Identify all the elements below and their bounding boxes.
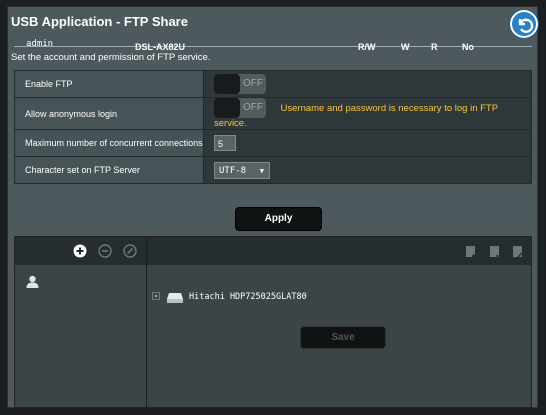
share-permissions-panel [14,236,532,408]
chevron-down-icon: ▼ [259,166,264,175]
toggle-state: OFF [243,102,263,113]
disk-name: Hitachi HDP725025GLAT80 [189,292,307,302]
toggle-knob [214,98,240,118]
setting-row-max-conn: Maximum number of concurrent connections… [14,129,532,158]
expand-tree-toggle[interactable] [152,292,160,300]
max-connections-input[interactable]: 5 [214,135,236,152]
delete-folder-icon[interactable] [489,245,502,263]
anonymous-login-label: Allow anonymous login [14,96,204,131]
anonymous-login-toggle[interactable]: OFF [214,98,266,118]
add-folder-icon[interactable] [465,245,478,263]
setting-row-anonymous: Allow anonymous login OFF Username and p… [14,96,532,131]
column-divider [146,237,147,407]
col-header-no: No [462,42,474,52]
add-account-icon[interactable] [73,244,87,258]
charset-value: UTF-8 [219,165,247,176]
toggle-knob [214,74,240,94]
hard-disk-icon [166,291,184,309]
edit-account-icon[interactable] [123,244,137,258]
charset-select[interactable]: UTF-8 ▼ [214,161,270,179]
setting-row-enable-ftp: Enable FTP OFF [14,70,532,98]
save-button[interactable]: Save [300,326,386,349]
apply-button[interactable]: Apply [235,207,322,231]
panel-toolbar [15,237,531,265]
page-title: USB Application - FTP Share [11,14,188,29]
toggle-state: OFF [243,78,263,89]
remove-account-icon[interactable] [98,244,112,258]
page-description: Set the account and permission of FTP se… [11,52,211,63]
title-divider [14,46,532,47]
enable-ftp-label: Enable FTP [14,70,204,98]
max-connections-label: Maximum number of concurrent connections [14,129,204,158]
edit-folder-icon[interactable] [512,245,525,263]
device-name: DSL-AX82U [135,42,186,52]
charset-label: Character set on FTP Server [14,156,204,185]
setting-row-charset: Character set on FTP Server UTF-8 ▼ [14,156,532,185]
enable-ftp-toggle[interactable]: OFF [214,74,266,94]
col-header-rw: R/W [358,42,376,52]
ftp-settings-table: Enable FTP OFF Allow anonymous login OFF… [14,70,532,185]
col-header-r: R [431,42,438,52]
user-icon [26,275,39,293]
back-button[interactable] [510,10,538,38]
col-header-w: W [401,42,410,52]
back-arrow-icon [512,12,536,36]
account-item-admin[interactable]: admin [26,39,53,49]
